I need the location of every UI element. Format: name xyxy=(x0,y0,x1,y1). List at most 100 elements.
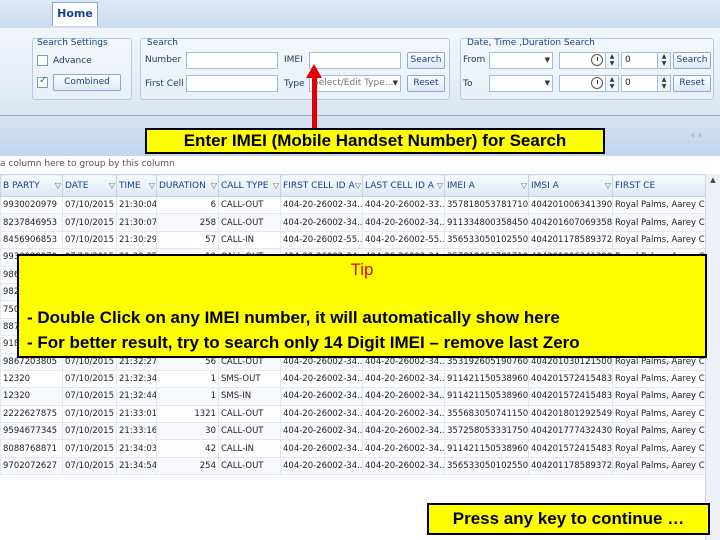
table-cell[interactable]: 911334800358450 xyxy=(444,213,529,232)
table-cell[interactable]: 404201178589372 xyxy=(528,230,613,250)
filter-icon[interactable]: ▽ xyxy=(273,181,280,190)
table-cell[interactable]: 404-20-26002-34... xyxy=(280,456,363,476)
column-header[interactable]: TIME ▽ xyxy=(116,174,157,197)
column-header[interactable]: DATE ▽ xyxy=(62,174,117,197)
from-date-input[interactable]: ▼ xyxy=(489,52,553,69)
table-cell[interactable]: 21:32:34 xyxy=(116,369,157,389)
tab-home[interactable]: Home xyxy=(52,2,98,26)
table-cell[interactable]: 254 xyxy=(156,456,219,476)
table-cell[interactable]: 404-20-26002-34... xyxy=(362,369,445,389)
table-cell[interactable]: 07/10/2015 xyxy=(62,213,117,232)
table-cell[interactable]: 356533050102550 xyxy=(444,230,529,250)
table-cell[interactable]: 07/10/2015 xyxy=(62,230,117,250)
table-cell[interactable]: 404-20-26002-34... xyxy=(280,387,363,406)
column-header[interactable]: FIRST CE xyxy=(612,174,706,197)
to-date-input[interactable]: ▼ xyxy=(489,75,553,92)
table-cell[interactable]: 07/10/2015 xyxy=(62,195,117,215)
filter-icon[interactable]: ▽ xyxy=(149,181,156,190)
table-cell[interactable]: 404201178589372 xyxy=(528,456,613,476)
column-header[interactable]: DURATION ▽ xyxy=(156,174,219,197)
reset-button[interactable]: Reset xyxy=(407,75,445,92)
filter-icon[interactable]: ▽ xyxy=(55,181,62,190)
table-cell[interactable]: 404201572415483 xyxy=(528,439,613,458)
table-cell[interactable]: 404-20-26002-34... xyxy=(362,422,445,441)
table-cell[interactable]: 404-20-26002-34... xyxy=(362,456,445,476)
date-search-button[interactable]: Search xyxy=(673,52,711,69)
table-cell[interactable]: 404201777432430 xyxy=(528,422,613,441)
filter-icon[interactable]: ▽ xyxy=(355,181,362,190)
table-cell[interactable]: 404-20-26002-34... xyxy=(280,369,363,389)
table-cell[interactable]: 21:32:44 xyxy=(116,387,157,406)
column-header[interactable]: CALL TYPE ▽ xyxy=(218,174,281,197)
table-cell[interactable]: 21:34:03 xyxy=(116,439,157,458)
table-cell[interactable]: Royal Palms, Aarey C xyxy=(612,387,706,406)
table-cell[interactable]: 911421150538960 xyxy=(444,387,529,406)
table-cell[interactable]: 2222627875 xyxy=(0,404,63,424)
first-cell-input[interactable] xyxy=(186,75,278,92)
table-cell[interactable]: 9594677345 xyxy=(0,422,63,441)
scroll-up-icon[interactable]: ▲ xyxy=(707,176,719,188)
table-cell[interactable]: 404-20-26002-34... xyxy=(280,439,363,458)
table-row[interactable]: 9702072627 07/10/2015 21:34:54 254 CALL-OUT 4… xyxy=(0,456,706,476)
table-row[interactable]: 12320 07/10/2015 21:32:34 1 SMS-OUT 404-20-26… xyxy=(0,369,706,389)
to-time-spinner[interactable]: ▲ ▼ xyxy=(605,75,619,92)
table-row[interactable]: 9594677345 07/10/2015 21:33:16 30 CALL-OUT 40… xyxy=(0,422,706,441)
combined-checkbox[interactable] xyxy=(37,75,48,88)
table-cell[interactable]: 07/10/2015 xyxy=(62,456,117,476)
table-cell[interactable]: 404-20-26002-55... xyxy=(362,230,445,250)
search-button[interactable]: Search xyxy=(407,52,445,69)
table-cell[interactable]: CALL-OUT xyxy=(218,422,281,441)
table-cell[interactable]: 8237846953 xyxy=(0,213,63,232)
table-cell[interactable]: 258 xyxy=(156,213,219,232)
table-cell[interactable]: 404201572415483 xyxy=(528,369,613,389)
table-cell[interactable]: 404-20-26002-34... xyxy=(362,439,445,458)
table-cell[interactable]: 404-20-26002-34... xyxy=(362,213,445,232)
table-cell[interactable]: Royal Palms, Aarey C xyxy=(612,213,706,232)
table-cell[interactable]: 404201607069358 xyxy=(528,213,613,232)
table-cell[interactable]: 404201006341390 xyxy=(528,195,613,215)
table-cell[interactable]: Royal Palms, Aarey C xyxy=(612,369,706,389)
table-cell[interactable]: 6 xyxy=(156,195,219,215)
filter-icon[interactable]: ▽ xyxy=(521,181,528,190)
table-row[interactable]: 8237846953 07/10/2015 21:30:07 258 CALL-OUT 4… xyxy=(0,213,706,232)
column-header[interactable]: IMSI A ▽ xyxy=(528,174,613,197)
imei-input[interactable] xyxy=(309,52,401,69)
table-cell[interactable]: 404-20-26002-34... xyxy=(362,387,445,406)
table-cell[interactable]: 12320 xyxy=(0,369,63,389)
table-cell[interactable]: Royal Palms, Aarey C xyxy=(612,456,706,476)
table-cell[interactable]: 404-20-26002-33... xyxy=(362,195,445,215)
table-cell[interactable]: 9930020979 xyxy=(0,195,63,215)
vertical-scrollbar[interactable]: ▲ xyxy=(705,174,720,540)
table-cell[interactable]: Royal Palms, Aarey C xyxy=(612,404,706,424)
column-header[interactable]: LAST CELL ID A ▽ xyxy=(362,174,445,197)
clock-icon[interactable] xyxy=(591,54,603,66)
to-duration-spinner[interactable]: ▲ ▼ xyxy=(657,75,671,92)
combined-button[interactable]: Combined xyxy=(53,74,121,91)
table-cell[interactable]: CALL-IN xyxy=(218,230,281,250)
filter-icon[interactable]: ▽ xyxy=(109,181,116,190)
filter-icon[interactable]: ▽ xyxy=(605,181,612,190)
table-cell[interactable]: 1321 xyxy=(156,404,219,424)
filter-icon[interactable]: ▽ xyxy=(437,181,444,190)
column-header[interactable]: IMEI A ▽ xyxy=(444,174,529,197)
table-cell[interactable]: SMS-IN xyxy=(218,387,281,406)
table-cell[interactable]: 07/10/2015 xyxy=(62,369,117,389)
table-cell[interactable]: 404-20-26002-34... xyxy=(280,195,363,215)
table-row[interactable]: 12320 07/10/2015 21:32:44 1 SMS-IN 404-20-260… xyxy=(0,387,706,406)
table-cell[interactable]: 9702072627 xyxy=(0,456,63,476)
table-cell[interactable]: 1 xyxy=(156,369,219,389)
table-cell[interactable]: 911421150538960 xyxy=(444,439,529,458)
from-time-spinner[interactable]: ▲ ▼ xyxy=(605,52,619,69)
table-cell[interactable]: CALL-OUT xyxy=(218,195,281,215)
table-cell[interactable]: 07/10/2015 xyxy=(62,439,117,458)
table-cell[interactable]: 355683050741150 xyxy=(444,404,529,424)
table-row[interactable]: 8456906853 07/10/2015 21:30:29 57 CALL-IN 404… xyxy=(0,230,706,250)
table-row[interactable]: 2222627875 07/10/2015 21:33:01 1321 CALL-OUT… xyxy=(0,404,706,424)
table-cell[interactable]: CALL-OUT xyxy=(218,456,281,476)
table-cell[interactable]: 07/10/2015 xyxy=(62,404,117,424)
type-select[interactable]: Select/Edit Type... ▼ xyxy=(309,75,401,92)
table-cell[interactable]: 21:33:16 xyxy=(116,422,157,441)
table-cell[interactable]: 07/10/2015 xyxy=(62,387,117,406)
table-cell[interactable]: 21:30:29 xyxy=(116,230,157,250)
table-cell[interactable]: 42 xyxy=(156,439,219,458)
